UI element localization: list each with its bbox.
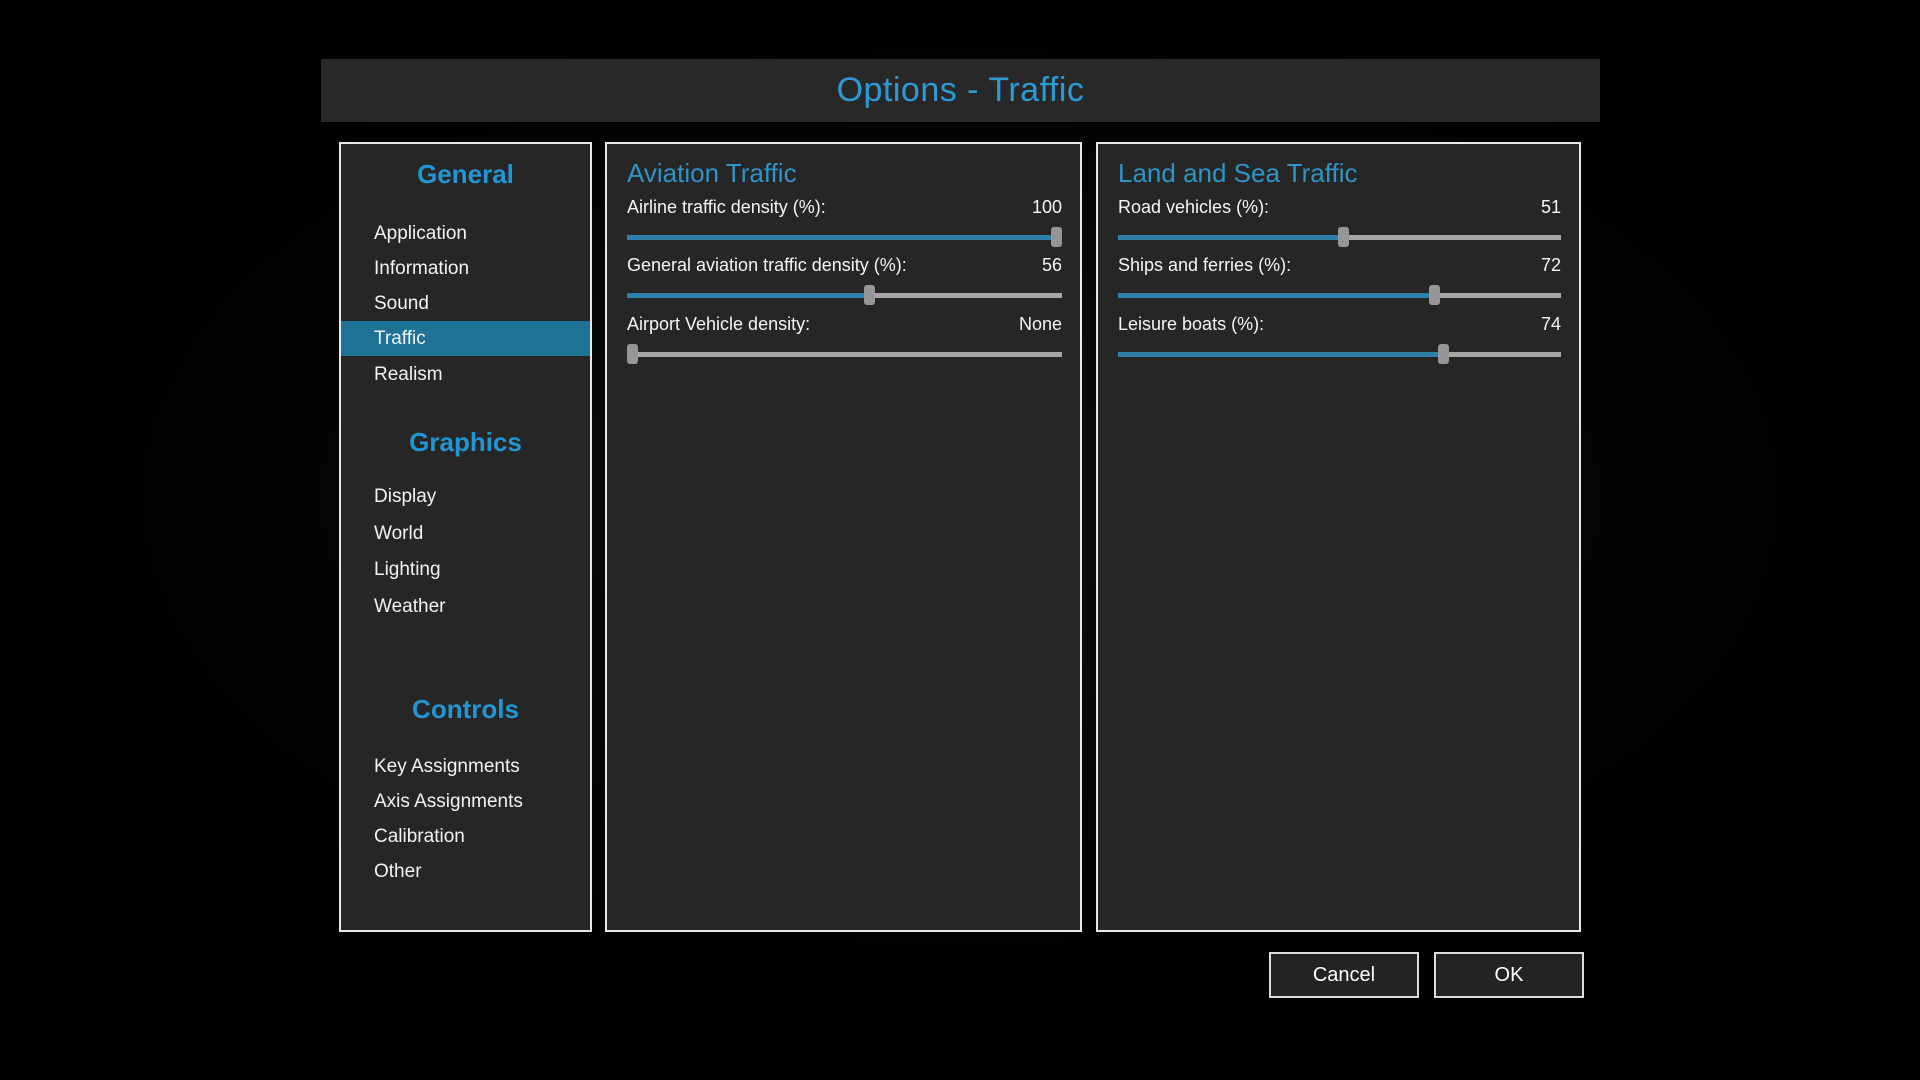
airport-vehicle-density-row: Airport Vehicle density: None [627, 313, 1062, 364]
sidebar-item-axis-assignments[interactable]: Axis Assignments [341, 784, 590, 819]
slider-fill [627, 293, 869, 298]
slider-fill [1118, 352, 1443, 357]
general-aviation-density-row: General aviation traffic density (%): 56 [627, 254, 1062, 305]
airline-traffic-density-label: Airline traffic density (%): [627, 196, 826, 218]
road-vehicles-slider[interactable] [1118, 227, 1561, 247]
airline-traffic-density-value: 100 [1032, 196, 1062, 218]
sidebar-section-heading-graphics: Graphics [341, 424, 590, 460]
general-aviation-density-label: General aviation traffic density (%): [627, 254, 907, 276]
leisure-boats-row: Leisure boats (%): 74 [1118, 313, 1561, 364]
leisure-boats-value: 74 [1541, 313, 1561, 335]
sidebar-section-heading-controls: Controls [341, 691, 590, 727]
slider-thumb[interactable] [1051, 227, 1062, 247]
sidebar-nav-panel: General Application Information Sound Tr… [339, 142, 592, 932]
sidebar-item-key-assignments[interactable]: Key Assignments [341, 749, 590, 784]
slider-thumb[interactable] [627, 344, 638, 364]
airport-vehicle-density-value: None [1019, 313, 1062, 335]
road-vehicles-row: Road vehicles (%): 51 [1118, 196, 1561, 247]
sidebar-item-world[interactable]: World [341, 516, 590, 551]
leisure-boats-label: Leisure boats (%): [1118, 313, 1264, 335]
airline-traffic-density-slider[interactable] [627, 227, 1062, 247]
ships-ferries-label: Ships and ferries (%): [1118, 254, 1291, 276]
ships-ferries-row: Ships and ferries (%): 72 [1118, 254, 1561, 305]
land-sea-traffic-heading: Land and Sea Traffic [1118, 156, 1357, 190]
sidebar-item-calibration[interactable]: Calibration [341, 819, 590, 854]
cancel-button[interactable]: Cancel [1269, 952, 1419, 998]
slider-track[interactable] [627, 352, 1062, 357]
options-dialog: Options - Traffic General Application In… [0, 0, 1920, 1080]
ships-ferries-slider[interactable] [1118, 285, 1561, 305]
slider-thumb[interactable] [1429, 285, 1440, 305]
sidebar-item-traffic[interactable]: Traffic [341, 321, 590, 356]
sidebar-item-application[interactable]: Application [341, 216, 590, 251]
ships-ferries-value: 72 [1541, 254, 1561, 276]
sidebar-item-realism[interactable]: Realism [341, 357, 590, 392]
slider-thumb[interactable] [864, 285, 875, 305]
leisure-boats-slider[interactable] [1118, 344, 1561, 364]
airport-vehicle-density-slider[interactable] [627, 344, 1062, 364]
airport-vehicle-density-label: Airport Vehicle density: [627, 313, 810, 335]
sidebar-item-information[interactable]: Information [341, 251, 590, 286]
slider-fill [627, 235, 1056, 240]
slider-thumb[interactable] [1338, 227, 1349, 247]
sidebar-item-other[interactable]: Other [341, 854, 590, 889]
general-aviation-density-value: 56 [1042, 254, 1062, 276]
sidebar-item-sound[interactable]: Sound [341, 286, 590, 321]
aviation-traffic-heading: Aviation Traffic [627, 156, 797, 190]
slider-thumb[interactable] [1438, 344, 1449, 364]
airline-traffic-density-row: Airline traffic density (%): 100 [627, 196, 1062, 247]
road-vehicles-value: 51 [1541, 196, 1561, 218]
slider-fill [1118, 235, 1343, 240]
slider-fill [1118, 293, 1434, 298]
ok-button[interactable]: OK [1434, 952, 1584, 998]
sidebar-item-lighting[interactable]: Lighting [341, 552, 590, 587]
dialog-titlebar: Options - Traffic [321, 59, 1600, 122]
sidebar-item-display[interactable]: Display [341, 479, 590, 514]
dialog-title: Options - Traffic [837, 71, 1085, 110]
road-vehicles-label: Road vehicles (%): [1118, 196, 1269, 218]
land-sea-traffic-panel: Land and Sea Traffic Road vehicles (%): … [1096, 142, 1581, 932]
sidebar-section-heading-general: General [341, 156, 590, 192]
general-aviation-density-slider[interactable] [627, 285, 1062, 305]
sidebar-item-weather[interactable]: Weather [341, 589, 590, 624]
aviation-traffic-panel: Aviation Traffic Airline traffic density… [605, 142, 1082, 932]
